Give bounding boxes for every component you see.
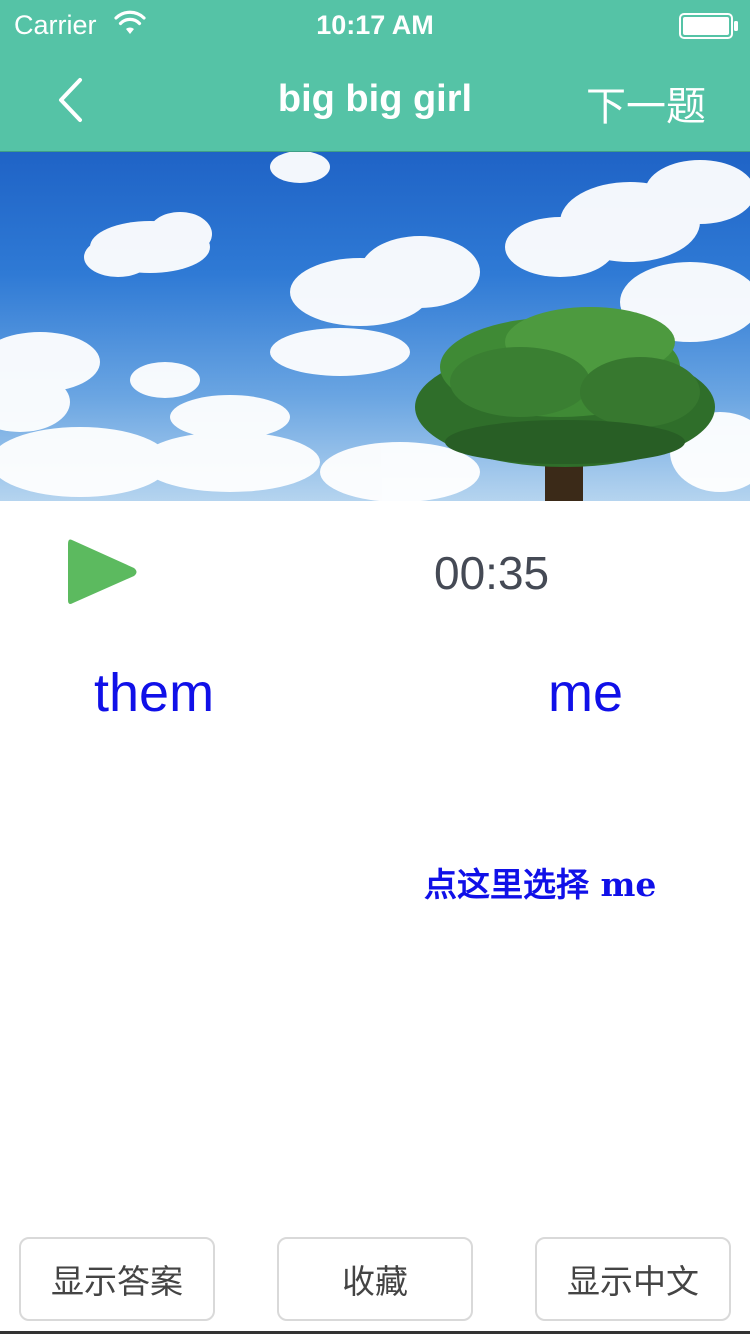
sky-with-tree-image (0, 152, 750, 501)
banner-image (0, 152, 750, 501)
play-icon[interactable] (66, 536, 140, 608)
battery-icon (679, 13, 738, 39)
show-chinese-button[interactable]: 显示中文 (535, 1237, 731, 1321)
hint-select-me[interactable]: 点这里选择 me (424, 858, 656, 906)
header: Carrier 10:17 AM big big girl 下一题 (0, 0, 750, 152)
status-bar: Carrier 10:17 AM (0, 0, 750, 52)
next-question-button[interactable]: 下一题 (586, 74, 706, 132)
favorite-button[interactable]: 收藏 (277, 1237, 473, 1321)
status-time: 10:17 AM (316, 10, 434, 40)
show-answer-button[interactable]: 显示答案 (19, 1237, 215, 1321)
nav-bar: big big girl 下一题 (0, 52, 750, 152)
choice-me[interactable]: me (548, 662, 623, 724)
playback-timer: 00:35 (434, 547, 550, 599)
choice-them[interactable]: them (94, 662, 214, 724)
